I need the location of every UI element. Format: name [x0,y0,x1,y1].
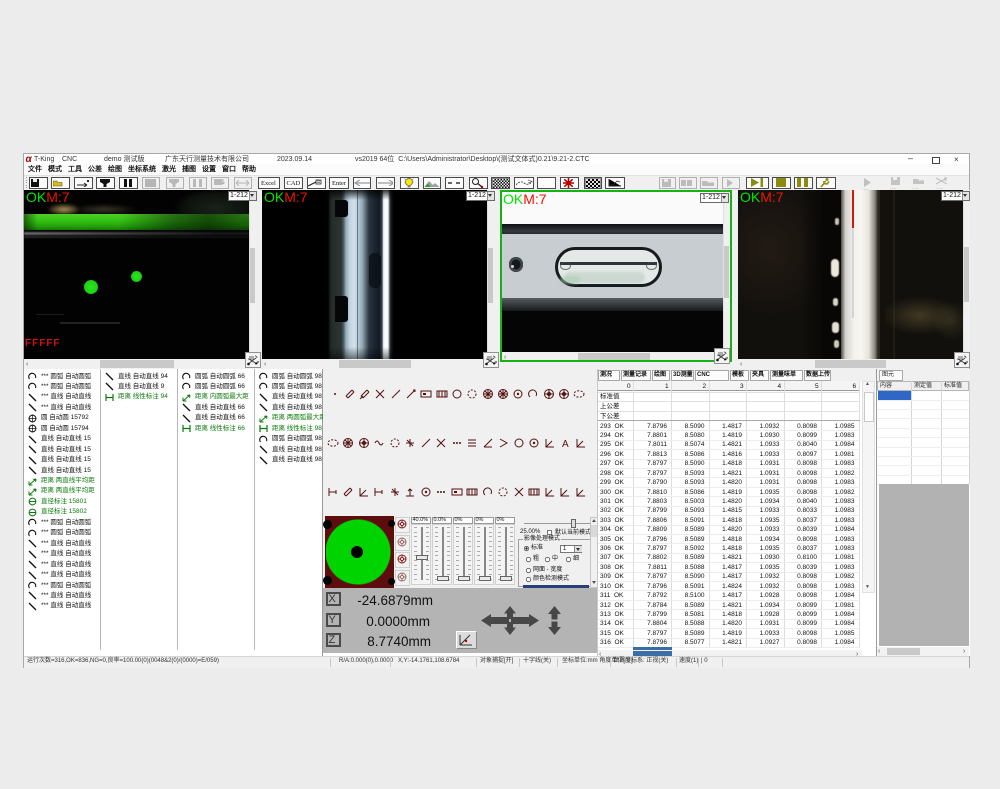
svg-text:A: A [562,439,569,449]
